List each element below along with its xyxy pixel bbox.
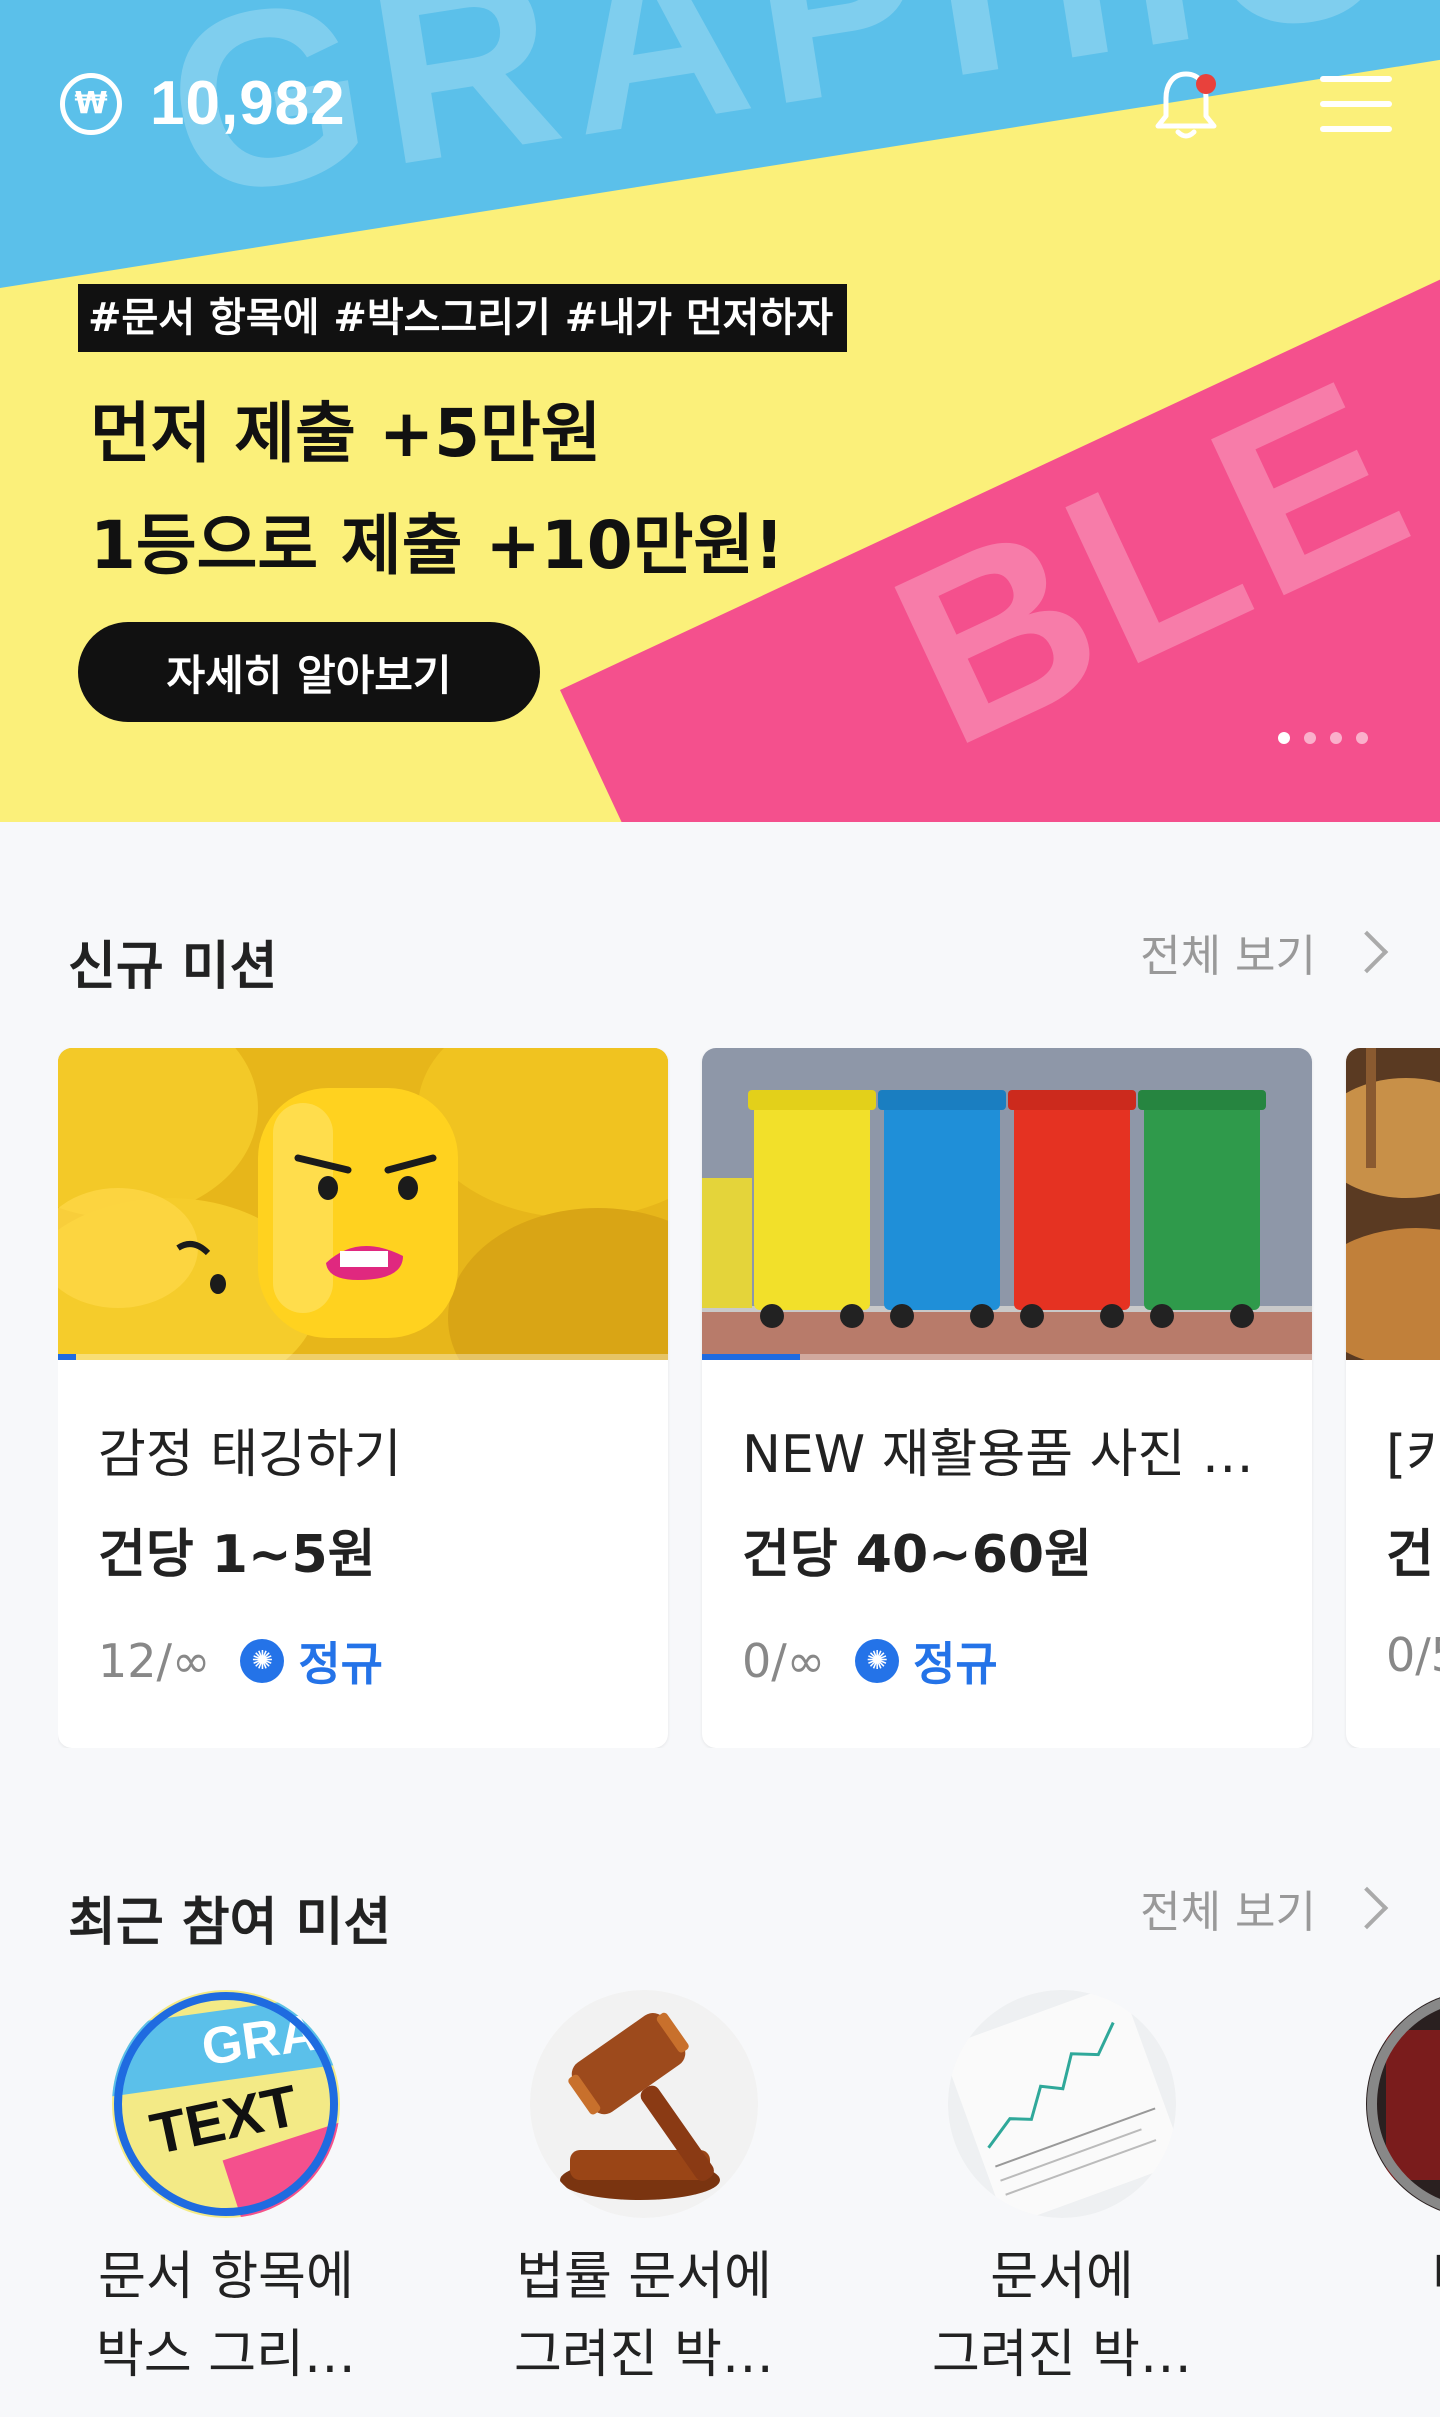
recent-mission-item[interactable]: 법률 문서에 그려진 박… [494, 1990, 794, 2394]
mission-thumbnail-food [1346, 1048, 1440, 1360]
mission-card[interactable]: NEW 재활용품 사진 … 건당 40~60원 0/∞ ✺ 정규 [702, 1048, 1312, 1748]
mission-title: NEW 재활용품 사진 … [742, 1425, 1254, 1485]
recent-mission-name: 문서에 그려진 박… [912, 2238, 1212, 2394]
balance-amount: 10,982 [150, 69, 346, 138]
banner-headline-line-2: 1등으로 제출 +10만원! [90, 507, 785, 584]
lego-face-image [58, 1048, 668, 1360]
mission-type-label: 정규 [298, 1637, 383, 1691]
mission-price: 건당 40~60원 [742, 1525, 1092, 1585]
mission-count: 0/5 [1386, 1628, 1440, 1682]
recent-missions-see-all[interactable]: 전체 보기 [1140, 1876, 1394, 1940]
pager-dot[interactable] [1330, 732, 1342, 744]
banner-headline-line-1: 먼저 제출 +5만원 [90, 395, 602, 472]
recycling-bins-image [702, 1048, 1312, 1360]
mission-type-label: 정규 [913, 1637, 998, 1691]
recent-mission-thumbnail: GRA TEXT [112, 1990, 340, 2218]
recent-mission-item[interactable]: GRA TEXT 문서 항목에 박스 그리… [76, 1990, 376, 2394]
mission-meta: 12/∞ ✺ 정규 [98, 1628, 383, 1694]
judge-gavel-image [530, 1990, 758, 2218]
mission-price: 건당 1~5원 [98, 1525, 376, 1585]
recent-mission-name-line-1: 문서 항목에 [98, 2247, 354, 2307]
recent-mission-item[interactable]: 타이 [1330, 1990, 1440, 2316]
recent-missions-title: 최근 참여 미션 [68, 1893, 392, 1953]
recent-mission-name: 법률 문서에 그려진 박… [494, 2238, 794, 2394]
recent-mission-name-line-1: 타이 [1330, 2238, 1440, 2316]
mission-card[interactable]: [카 건 0/5 [1346, 1048, 1440, 1748]
mission-card[interactable]: 감정 태깅하기 건당 1~5원 12/∞ ✺ 정규 [58, 1048, 668, 1748]
recent-mission-thumbnail [948, 1990, 1176, 2218]
recent-mission-name-line-1: 문서에 [990, 2247, 1134, 2307]
mission-count: 12/∞ [98, 1634, 211, 1688]
recent-mission-thumbnail [1366, 1990, 1440, 2218]
mission-price: 건 [1386, 1525, 1434, 1585]
pager-dot[interactable] [1304, 732, 1316, 744]
mission-progress-track [702, 1354, 1312, 1360]
learn-more-button[interactable]: 자세히 알아보기 [78, 622, 540, 722]
mission-meta: 0/∞ ✺ 정규 [742, 1628, 998, 1694]
new-missions-see-all[interactable]: 전체 보기 [1140, 920, 1394, 984]
financial-paper-image [948, 1990, 1176, 2218]
mission-thumbnail-recycling [702, 1048, 1312, 1360]
notification-dot [1196, 74, 1216, 94]
regular-mission-icon: ✺ [855, 1639, 900, 1683]
recent-missions-list[interactable]: GRA TEXT 문서 항목에 박스 그리… 법률 문서에 그려진 박… 문서에… [0, 1990, 1440, 2417]
mission-progress-fill [702, 1354, 800, 1360]
won-currency-icon: ₩ [60, 72, 122, 135]
banner-pager [1278, 732, 1368, 744]
mission-title: 감정 태깅하기 [98, 1425, 402, 1485]
mission-meta: 0/5 [1386, 1628, 1440, 1682]
promo-banner[interactable]: GRAPHIC BLE ₩ 10,982 #문서 항목에 #박스그리기 #내가 … [0, 0, 1440, 822]
hamburger-menu-icon[interactable] [1320, 76, 1392, 132]
recent-mission-name: 문서 항목에 박스 그리… [76, 2238, 376, 2394]
mission-progress-fill [58, 1354, 77, 1360]
mission-thumbnail-lego [58, 1048, 668, 1360]
chevron-right-icon [1345, 930, 1389, 974]
recent-mission-thumbnail [530, 1990, 758, 2218]
mission-progress-track [58, 1354, 668, 1360]
recent-mission-name-line-2: 그려진 박… [932, 2325, 1192, 2385]
recent-mission-name-line-2: 그려진 박… [514, 2325, 774, 2385]
dark-photo-image [1366, 1990, 1440, 2218]
regular-mission-icon: ✺ [240, 1639, 285, 1683]
banner-blue-band: GRAPHIC [0, 0, 1440, 294]
recent-mission-name: 타이 [1330, 2238, 1440, 2316]
banner-headline: 먼저 제출 +5만원 1등으로 제출 +10만원! [90, 378, 784, 602]
recent-mission-name-line-2: 박스 그리… [96, 2325, 356, 2385]
chevron-right-icon [1345, 1886, 1389, 1930]
recent-mission-item[interactable]: 문서에 그려진 박… [912, 1990, 1212, 2394]
mission-title: [카 [1386, 1425, 1440, 1485]
mission-count: 0/∞ [742, 1634, 826, 1688]
pager-dot[interactable] [1356, 732, 1368, 744]
food-image [1346, 1048, 1440, 1360]
new-missions-carousel[interactable]: 감정 태깅하기 건당 1~5원 12/∞ ✺ 정규 NEW 재활용품 사진 … … [58, 1048, 1440, 1748]
pager-dot-active[interactable] [1278, 732, 1290, 744]
banner-hashtags: #문서 항목에 #박스그리기 #내가 먼저하자 [78, 284, 848, 352]
point-balance[interactable]: ₩ 10,982 [60, 68, 346, 139]
see-all-label: 전체 보기 [1140, 1887, 1316, 1938]
see-all-label: 전체 보기 [1140, 931, 1316, 982]
banner-watermark-bottom: BLE [856, 323, 1440, 798]
graffiti-text-image: GRA TEXT [112, 1990, 340, 2218]
new-missions-title: 신규 미션 [68, 937, 278, 997]
recent-mission-name-line-1: 법률 문서에 [516, 2247, 772, 2307]
